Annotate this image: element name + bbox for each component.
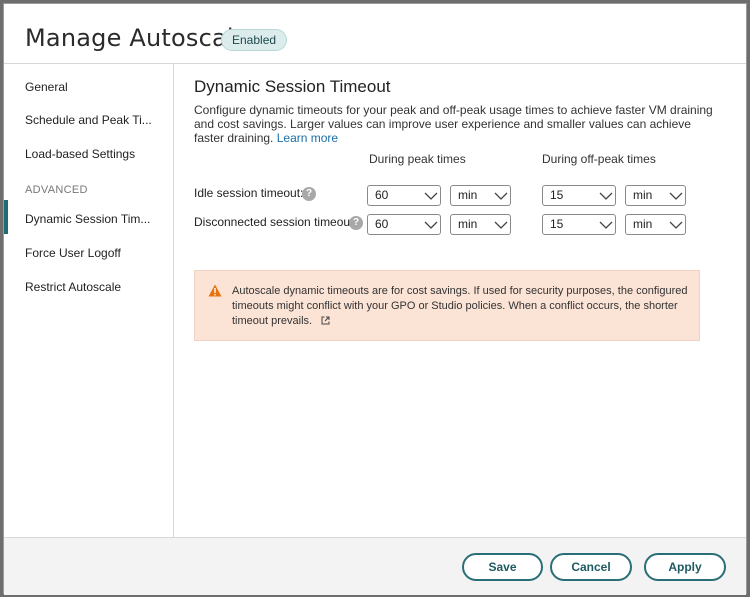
main-panel: Dynamic Session Timeout Configure dynami… [175,64,748,537]
select-value: 15 [550,217,564,231]
cancel-button[interactable]: Cancel [550,553,632,581]
select-value: min [633,188,653,202]
select-value: min [458,217,478,231]
warning-text: Autoscale dynamic timeouts are for cost … [232,285,688,327]
manage-autoscale-dialog: Manage Autoscale Enabled General Schedul… [3,3,748,595]
disconnected-offpeak-value-select[interactable]: 15 [542,214,616,235]
sidebar-item-restrict-autoscale[interactable]: Restrict Autoscale [25,280,121,294]
idle-peak-value-select[interactable]: 60 [367,185,441,206]
sidebar-section-advanced: ADVANCED [25,184,88,196]
warning-triangle-icon [208,284,222,297]
chevron-down-icon [669,192,683,200]
sidebar-item-dynamic-session-timeout[interactable]: Dynamic Session Tim... [25,212,150,226]
external-link-icon[interactable] [321,315,330,325]
apply-button[interactable]: Apply [644,553,726,581]
section-description: Configure dynamic timeouts for your peak… [194,103,719,145]
help-icon[interactable]: ? [302,187,316,201]
sidebar-item-schedule[interactable]: Schedule and Peak Ti... [25,113,152,127]
chevron-down-icon [424,192,438,200]
dialog-header: Manage Autoscale Enabled [4,4,746,64]
status-badge: Enabled [221,29,288,51]
sidebar: General Schedule and Peak Ti... Load-bas… [4,64,174,537]
chevron-down-icon [494,192,508,200]
dialog-footer: Save Cancel Apply [4,537,746,595]
idle-offpeak-value-select[interactable]: 15 [542,185,616,206]
select-value: min [458,188,478,202]
column-header-peak: During peak times [369,152,466,166]
warning-banner: Autoscale dynamic timeouts are for cost … [194,270,700,341]
idle-offpeak-unit-select[interactable]: min [625,185,686,206]
sidebar-item-general[interactable]: General [25,80,68,94]
description-text: Configure dynamic timeouts for your peak… [194,103,713,145]
save-button[interactable]: Save [462,553,543,581]
column-header-offpeak: During off-peak times [542,152,656,166]
select-value: 60 [375,217,389,231]
learn-more-link[interactable]: Learn more [277,131,338,145]
disconnected-peak-value-select[interactable]: 60 [367,214,441,235]
sidebar-active-indicator [4,200,8,234]
sidebar-item-load-based-settings[interactable]: Load-based Settings [25,147,135,161]
chevron-down-icon [599,221,613,229]
section-title: Dynamic Session Timeout [194,77,391,96]
sidebar-item-force-user-logoff[interactable]: Force User Logoff [25,246,121,260]
chevron-down-icon [494,221,508,229]
disconnected-session-timeout-label: Disconnected session timeout: [194,215,357,229]
chevron-down-icon [424,221,438,229]
page-title: Manage Autoscale [25,24,249,52]
idle-peak-unit-select[interactable]: min [450,185,511,206]
help-icon[interactable]: ? [349,216,363,230]
disconnected-peak-unit-select[interactable]: min [450,214,511,235]
disconnected-offpeak-unit-select[interactable]: min [625,214,686,235]
select-value: 15 [550,188,564,202]
chevron-down-icon [669,221,683,229]
select-value: min [633,217,653,231]
select-value: 60 [375,188,389,202]
idle-session-timeout-label: Idle session timeout: [194,186,304,200]
chevron-down-icon [599,192,613,200]
warning-message: Autoscale dynamic timeouts are for cost … [232,284,692,329]
